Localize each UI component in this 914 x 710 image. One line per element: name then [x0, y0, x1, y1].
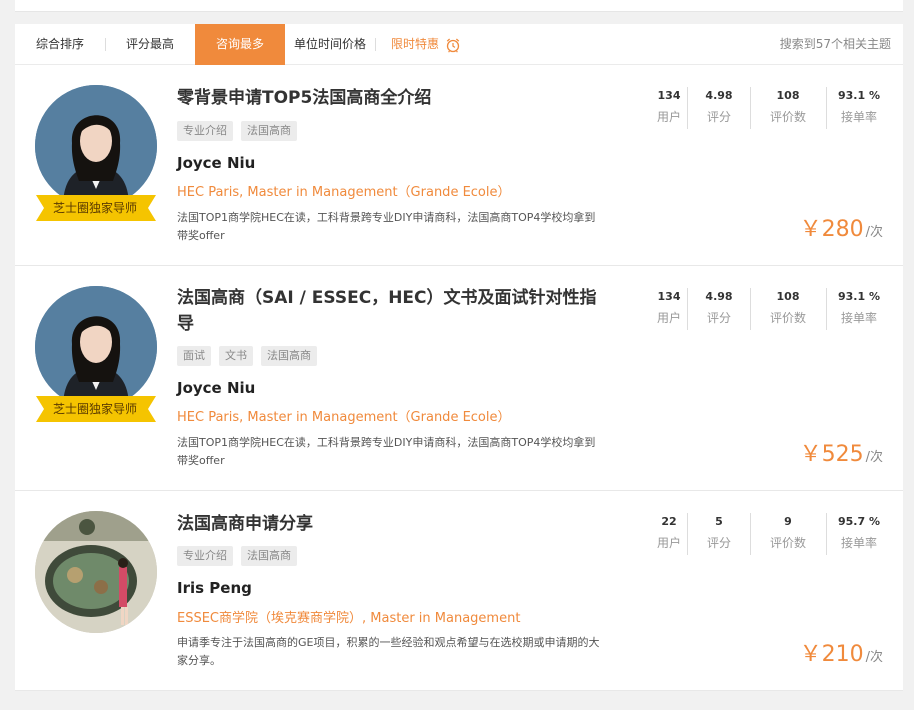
- mentor-name[interactable]: Joyce Niu: [177, 154, 255, 172]
- topic-title[interactable]: 零背景申请TOP5法国高商全介绍: [177, 85, 607, 111]
- mentor-description: 法国TOP1商学院HEC在读，工科背景跨专业DIY申请商科，法国高商TOP4学校…: [177, 436, 596, 467]
- stat-label: 评分: [706, 536, 731, 550]
- mentor-avatar[interactable]: 芝士圈独家导师: [35, 85, 157, 221]
- mentor-avatar[interactable]: 芝士圈独家导师: [35, 286, 157, 422]
- tag[interactable]: 专业介绍: [177, 546, 233, 566]
- mentor-school: ESSEC商学院（埃克赛商学院）, Master in Management: [177, 611, 521, 626]
- sort-tab-top-rated[interactable]: 评分最高: [106, 24, 194, 65]
- avatar: [35, 85, 157, 207]
- stat-rating: 5 评分: [688, 513, 750, 553]
- stat-value: 5: [715, 515, 723, 528]
- tag-list: 专业介绍 法国高商: [177, 119, 305, 141]
- price-value: ￥525: [799, 442, 864, 467]
- stat-reviews: 9 评价数: [757, 513, 819, 553]
- mentor-name[interactable]: Iris Peng: [177, 579, 252, 597]
- stat-acceptance-rate: 93.1 % 接单率: [828, 288, 890, 328]
- sort-tab-most-consulted[interactable]: 咨询最多: [195, 24, 285, 65]
- divider: [750, 513, 751, 555]
- price-unit: /次: [865, 650, 883, 665]
- divider: [826, 87, 827, 129]
- stats-panel: 134 用户 4.98 评分 108 评价数 93.1 % 接单率: [638, 87, 888, 131]
- stat-value: 4.98: [705, 290, 733, 303]
- topic-card[interactable]: 法国高商申请分享 专业介绍 法国高商 Iris Peng ESSEC商学院（埃克赛…: [15, 491, 903, 691]
- tag[interactable]: 法国高商: [241, 121, 297, 141]
- sort-bar: 综合排序 评分最高 咨询最多 单位时间价格 限时特惠 搜索到57个相关主题: [15, 24, 903, 65]
- price-value: ￥280: [799, 217, 864, 242]
- mentor-description: 申请季专注于法国高商的GE项目，积累的一些经验和观点希望与在选校期或申请期的大家…: [177, 636, 600, 667]
- stat-label: 评价数: [769, 110, 806, 124]
- sort-tab-unit-price[interactable]: 单位时间价格: [285, 24, 375, 65]
- avatar: [35, 511, 157, 633]
- divider: [750, 288, 751, 330]
- portrait-image: [35, 286, 157, 408]
- stat-label: 评价数: [769, 536, 806, 550]
- promo-label: 限时特惠: [390, 37, 439, 51]
- stat-value: 4.98: [705, 89, 733, 102]
- price: ￥280/次: [800, 211, 883, 243]
- stat-label: 评分: [706, 110, 731, 124]
- mentor-avatar[interactable]: [35, 511, 157, 633]
- stat-rating: 4.98 评分: [688, 87, 750, 127]
- sort-tab-comprehensive[interactable]: 综合排序: [15, 24, 105, 65]
- price: ￥210/次: [800, 636, 883, 668]
- price: ￥525/次: [800, 436, 883, 468]
- mentor-name[interactable]: Joyce Niu: [177, 379, 255, 397]
- portrait-image: [35, 511, 157, 633]
- avatar: [35, 286, 157, 408]
- tag[interactable]: 文书: [219, 346, 253, 366]
- stat-value: 9: [784, 515, 792, 528]
- divider: [375, 38, 376, 51]
- stat-reviews: 108 评价数: [757, 87, 819, 127]
- topic-title[interactable]: 法国高商（SAI / ESSEC，HEC）文书及面试针对性指导: [177, 285, 607, 337]
- sort-tab-limited-offer[interactable]: 限时特惠: [381, 24, 471, 65]
- mentor-description: 法国TOP1商学院HEC在读，工科背景跨专业DIY申请商科，法国高商TOP4学校…: [177, 211, 596, 242]
- price-unit: /次: [865, 450, 883, 465]
- stat-acceptance-rate: 95.7 % 接单率: [828, 513, 890, 553]
- divider: [750, 87, 751, 129]
- tag[interactable]: 专业介绍: [177, 121, 233, 141]
- stat-label: 评价数: [769, 311, 806, 325]
- stat-label: 接单率: [840, 311, 877, 325]
- stat-acceptance-rate: 93.1 % 接单率: [828, 87, 890, 127]
- stat-value: 108: [776, 89, 800, 102]
- stat-reviews: 108 评价数: [757, 288, 819, 328]
- stat-value: 93.1 %: [838, 89, 880, 102]
- stat-rating: 4.98 评分: [688, 288, 750, 328]
- stat-label: 评分: [706, 311, 731, 325]
- exclusive-mentor-badge: 芝士圈独家导师: [52, 201, 137, 215]
- tag[interactable]: 法国高商: [261, 346, 317, 366]
- stat-value: 108: [776, 290, 800, 303]
- stat-label: 接单率: [840, 536, 877, 550]
- stats-panel: 134 用户 4.98 评分 108 评价数 93.1 % 接单率: [638, 288, 888, 332]
- topic-card[interactable]: 芝士圈独家导师 法国高商（SAI / ESSEC，HEC）文书及面试针对性指导 …: [15, 266, 903, 491]
- topic-card[interactable]: 芝士圈独家导师 零背景申请TOP5法国高商全介绍 专业介绍 法国高商 Joyce …: [15, 65, 903, 266]
- divider: [826, 288, 827, 330]
- alarm-clock-icon: [446, 38, 460, 53]
- price-value: ￥210: [799, 642, 864, 667]
- mentor-school: HEC Paris, Master in Management（Grande E…: [177, 185, 511, 200]
- stat-label: 接单率: [840, 110, 877, 124]
- divider: [826, 513, 827, 555]
- topic-title[interactable]: 法国高商申请分享: [177, 511, 607, 537]
- mentor-school: HEC Paris, Master in Management（Grande E…: [177, 410, 511, 425]
- portrait-image: [35, 85, 157, 207]
- stats-panel: 22 用户 5 评分 9 评价数 95.7 % 接单率: [638, 513, 888, 557]
- tag[interactable]: 面试: [177, 346, 211, 366]
- previous-panel-bottom: [15, 0, 903, 12]
- exclusive-mentor-badge: 芝士圈独家导师: [52, 402, 137, 416]
- result-count: 搜索到57个相关主题: [779, 37, 891, 51]
- stat-value: 95.7 %: [838, 515, 880, 528]
- tag-list: 面试 文书 法国高商: [177, 344, 325, 366]
- price-unit: /次: [865, 225, 883, 240]
- tag[interactable]: 法国高商: [241, 546, 297, 566]
- stat-value: 93.1 %: [838, 290, 880, 303]
- tag-list: 专业介绍 法国高商: [177, 544, 305, 566]
